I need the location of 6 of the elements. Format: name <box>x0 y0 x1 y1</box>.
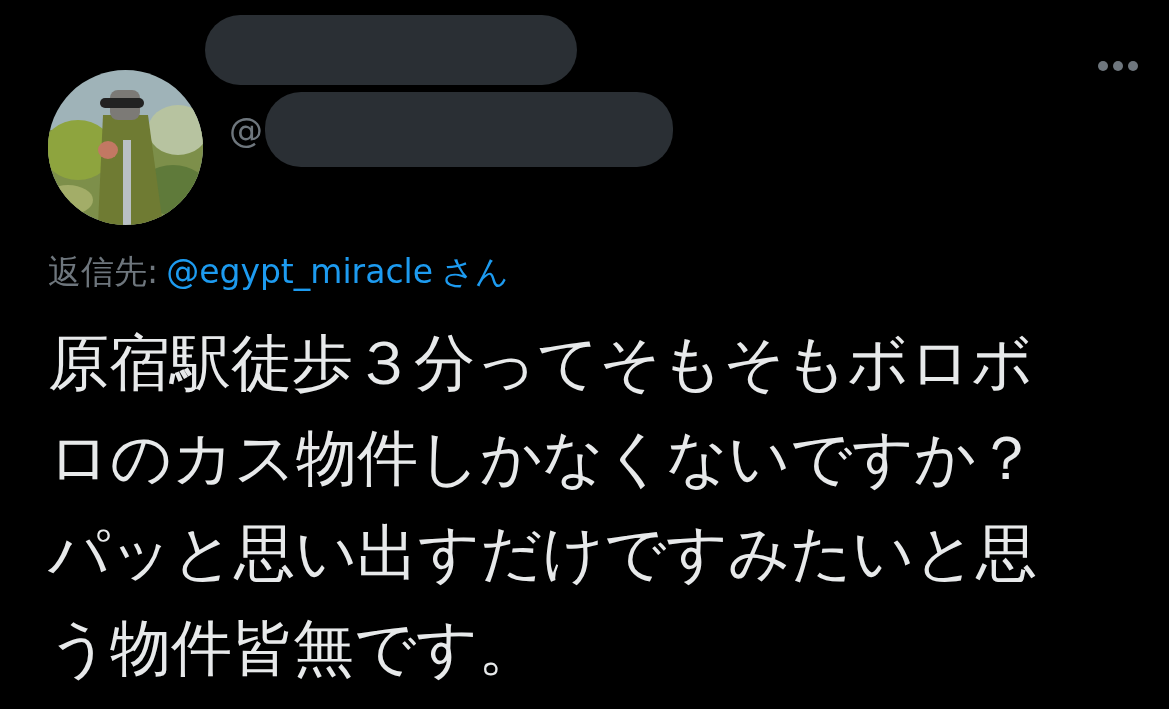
honorific: さん <box>441 251 509 293</box>
handle-prefix: @ <box>229 109 263 150</box>
more-icon[interactable] <box>1097 60 1139 72</box>
mention-link[interactable]: @egypt_miracle <box>166 252 433 291</box>
tweet-text: 原宿駅徒歩３分ってそもそもボロボロのカス物件しかなくないですか？パッと思い出すだけですみたいと思う物件皆無です。 <box>48 326 1038 685</box>
reply-label: 返信先: <box>48 251 159 293</box>
